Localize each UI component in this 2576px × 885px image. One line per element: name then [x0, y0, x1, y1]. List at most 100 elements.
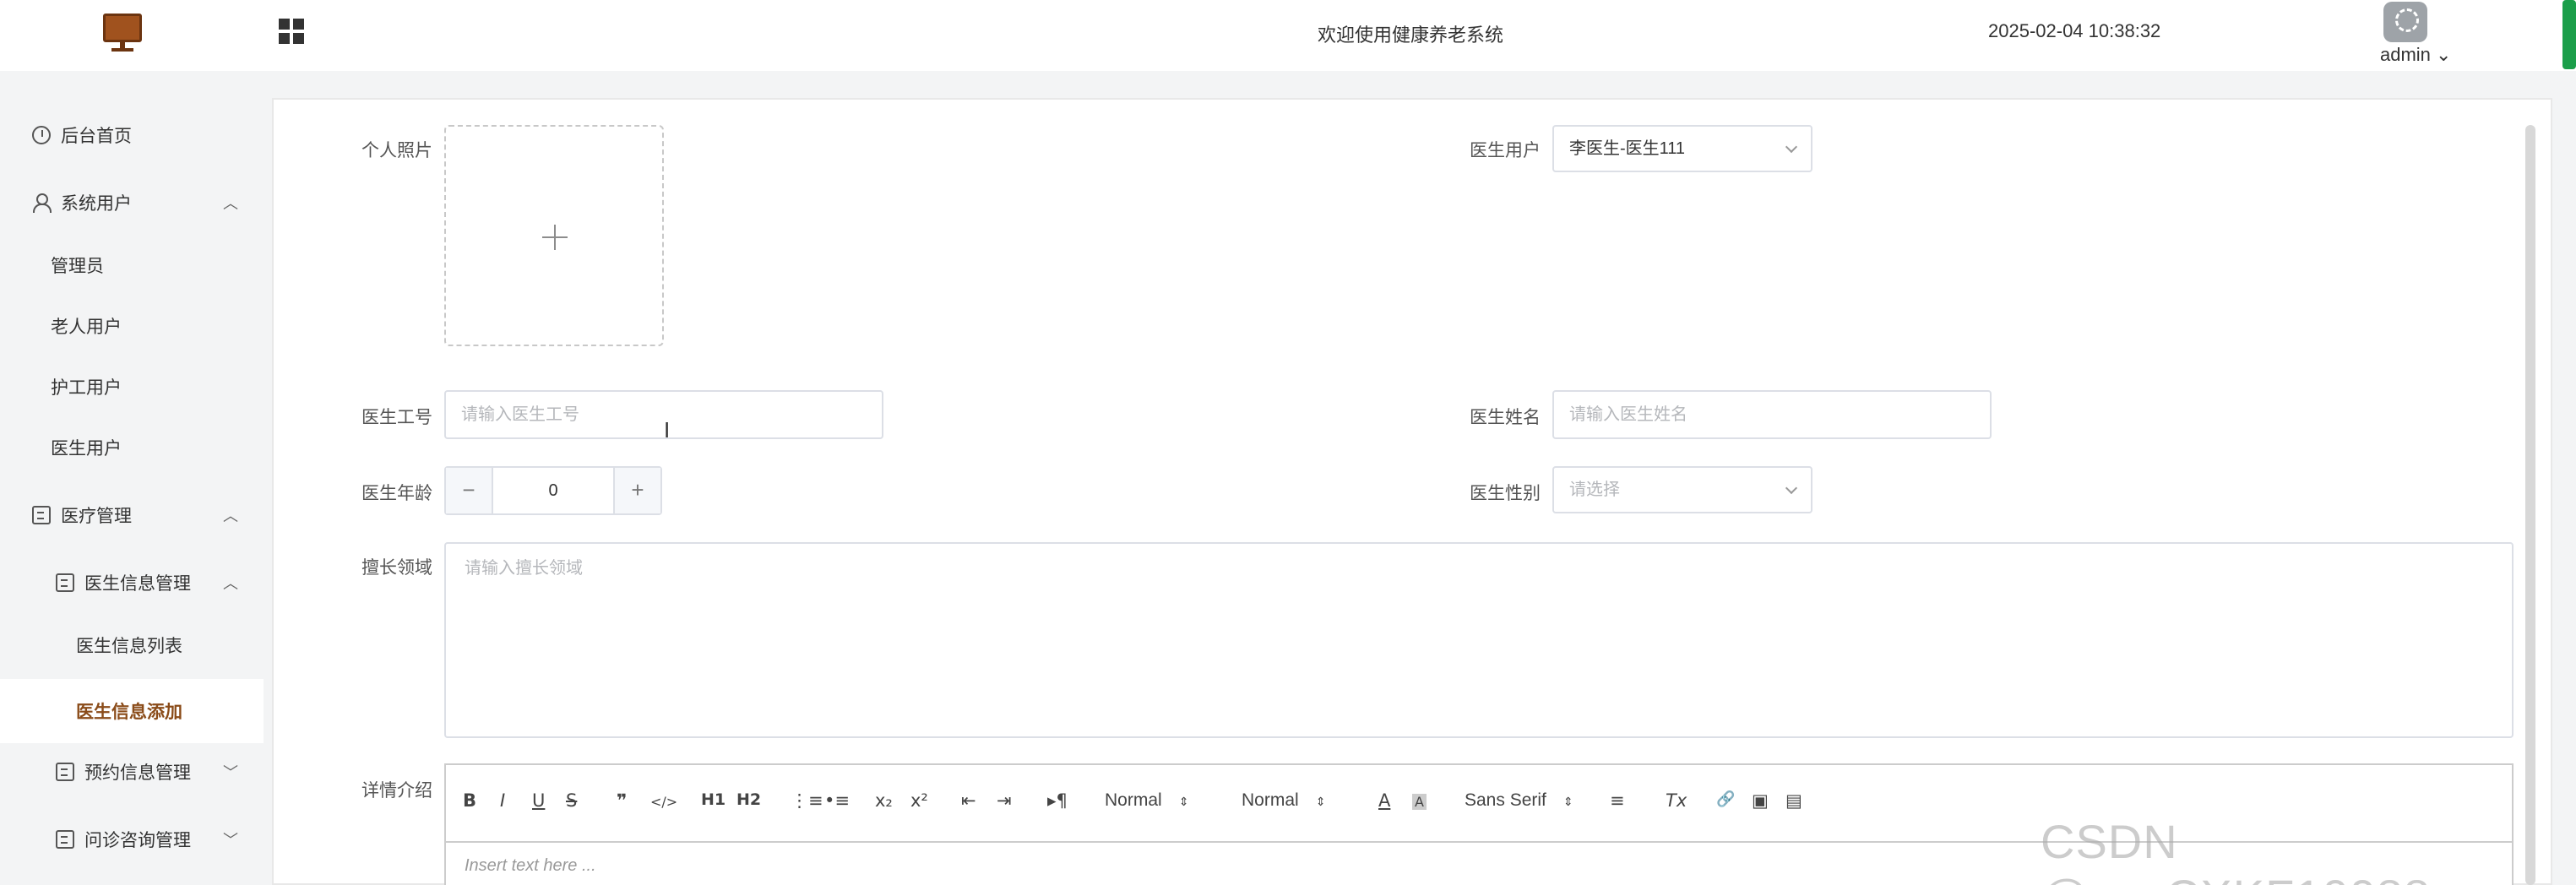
- header-select[interactable]: Normal ⇕: [1242, 790, 1325, 811]
- card-icon: [56, 830, 74, 849]
- sidebar-item-doctor-info-list[interactable]: 医生信息列表: [0, 620, 264, 671]
- sidebar-item-label: 医生信息列表: [76, 637, 182, 656]
- indent-icon[interactable]: ⇥: [997, 790, 1012, 811]
- font-select-value: Sans Serif: [1465, 790, 1546, 810]
- updown-icon: ⇕: [1562, 795, 1573, 808]
- chevron-up-icon: ︿: [223, 195, 238, 212]
- detail-label: 详情介绍: [361, 781, 432, 801]
- sidebar-item-label: 医生信息添加: [76, 703, 182, 722]
- card-icon: [56, 763, 74, 781]
- sidebar-item-elderly-users[interactable]: 老人用户: [0, 301, 264, 351]
- clock-icon: [32, 126, 51, 144]
- sidebar-item-label: 管理员: [51, 257, 104, 276]
- sidebar-item-appointment-management[interactable]: 预约信息管理 ﹀: [0, 747, 264, 797]
- chevron-down-icon: ⌄: [2436, 44, 2452, 65]
- sidebar: 后台首页 系统用户 ︿ 管理员 老人用户 护工用户 医生用户 医疗管理 ︿ 医生…: [0, 71, 264, 885]
- size-select-value: Normal: [1105, 790, 1162, 810]
- code-icon[interactable]: </>: [650, 794, 677, 810]
- sidebar-item-label: 护工用户: [51, 378, 122, 398]
- text-cursor-icon: I: [664, 417, 671, 442]
- background-color-icon[interactable]: A: [1412, 794, 1427, 810]
- sidebar-item-system-users[interactable]: 系统用户 ︿: [0, 177, 264, 228]
- sidebar-item-label: 系统用户: [61, 194, 132, 214]
- decrement-button[interactable]: −: [446, 468, 493, 513]
- chevron-down-icon: [1785, 481, 1798, 495]
- card-icon: [56, 573, 74, 592]
- chevron-down-icon: ﹀: [223, 832, 238, 849]
- editor-placeholder: Insert text here ...: [465, 856, 596, 875]
- doctor-gender-select[interactable]: 请选择: [1552, 466, 1812, 513]
- doctor-gender-placeholder: 请选择: [1569, 481, 1620, 499]
- sidebar-item-doctor-users[interactable]: 医生用户: [0, 422, 264, 473]
- underline-button[interactable]: U: [532, 790, 545, 811]
- vertical-scrollbar[interactable]: [2525, 125, 2535, 885]
- card-icon: [32, 506, 51, 524]
- sidebar-item-label: 医生用户: [51, 439, 122, 459]
- text-direction-icon[interactable]: ▸¶: [1047, 790, 1068, 811]
- video-icon[interactable]: ▤: [1785, 790, 1802, 811]
- top-header: 欢迎使用健康养老系统 2025-02-04 10:38:32 admin ⌄: [0, 0, 2576, 71]
- doctor-name-input[interactable]: [1552, 390, 1992, 439]
- bold-button[interactable]: B: [463, 790, 476, 811]
- header-datetime: 2025-02-04 10:38:32: [1988, 20, 2161, 41]
- sidebar-item-label: 老人用户: [51, 318, 122, 337]
- doctor-age-stepper: − 0 +: [444, 466, 662, 515]
- doctor-age-label: 医生年龄: [361, 484, 432, 503]
- doctor-gender-label: 医生性别: [1470, 484, 1541, 503]
- sidebar-item-doctor-info-management[interactable]: 医生信息管理 ︿: [0, 557, 264, 608]
- strike-button[interactable]: S: [566, 790, 577, 811]
- app-logo: [103, 14, 142, 52]
- updown-icon: ⇕: [1315, 795, 1326, 808]
- font-color-icon[interactable]: A: [1378, 790, 1390, 811]
- specialty-textarea[interactable]: [444, 542, 2514, 738]
- sidebar-item-label: 医疗管理: [61, 507, 132, 526]
- doctor-user-select[interactable]: 李医生-医生111: [1552, 125, 1812, 172]
- image-icon[interactable]: ▣: [1752, 790, 1769, 811]
- h1-button[interactable]: H1: [701, 790, 726, 809]
- italic-button[interactable]: I: [500, 790, 505, 811]
- watermark: CSDN @vx_CXKF10088: [2041, 815, 2430, 885]
- doctor-age-value[interactable]: 0: [495, 468, 611, 513]
- ordered-list-icon[interactable]: ⋮≡: [791, 790, 823, 811]
- superscript-button[interactable]: x²: [910, 790, 928, 811]
- header-title: 欢迎使用健康养老系统: [1318, 24, 1504, 46]
- doctor-id-label: 医生工号: [361, 408, 432, 427]
- photo-upload[interactable]: [444, 125, 664, 346]
- subscript-button[interactable]: x₂: [875, 790, 893, 811]
- chevron-down-icon: ﹀: [223, 764, 238, 781]
- user-icon: [32, 193, 52, 213]
- sidebar-item-consultation-management[interactable]: 问诊咨询管理 ﹀: [0, 814, 264, 865]
- align-icon[interactable]: ≡: [1610, 790, 1625, 811]
- doctor-name-label: 医生姓名: [1470, 408, 1541, 427]
- updown-icon: ⇕: [1178, 795, 1189, 808]
- outdent-icon[interactable]: ⇤: [961, 790, 976, 811]
- user-name: admin: [2380, 44, 2431, 65]
- chevron-down-icon: [1785, 140, 1798, 154]
- size-select[interactable]: Normal ⇕: [1105, 790, 1188, 811]
- blockquote-icon[interactable]: ❞: [617, 790, 627, 811]
- sidebar-item-home[interactable]: 后台首页: [0, 110, 264, 160]
- sidebar-item-label: 后台首页: [61, 127, 132, 146]
- scroll-indicator: [2562, 0, 2576, 69]
- sidebar-item-label: 预约信息管理: [84, 763, 191, 783]
- chevron-up-icon: ︿: [223, 508, 238, 524]
- h2-button[interactable]: H2: [736, 790, 761, 809]
- grid-menu-icon[interactable]: [279, 19, 304, 44]
- sidebar-item-medical-management[interactable]: 医疗管理 ︿: [0, 490, 264, 540]
- link-icon[interactable]: 🔗: [1716, 790, 1735, 808]
- sidebar-item-caregiver-users[interactable]: 护工用户: [0, 361, 264, 412]
- sidebar-item-label: 问诊咨询管理: [84, 831, 191, 850]
- sidebar-item-label: 医生信息管理: [84, 574, 191, 594]
- increment-button[interactable]: +: [613, 468, 660, 513]
- chevron-up-icon: ︿: [223, 575, 238, 592]
- clean-format-icon[interactable]: Tx: [1666, 790, 1687, 811]
- sidebar-item-doctor-info-add[interactable]: 医生信息添加: [0, 679, 264, 743]
- doctor-user-value: 李医生-医生111: [1569, 139, 1686, 158]
- avatar[interactable]: [2383, 2, 2427, 42]
- bullet-list-icon[interactable]: •≡: [824, 790, 850, 811]
- sidebar-item-admin[interactable]: 管理员: [0, 240, 264, 290]
- doctor-user-label: 医生用户: [1470, 141, 1541, 160]
- font-select[interactable]: Sans Serif ⇕: [1465, 790, 1573, 811]
- photo-label: 个人照片: [361, 141, 432, 160]
- user-menu[interactable]: admin ⌄: [2380, 44, 2451, 66]
